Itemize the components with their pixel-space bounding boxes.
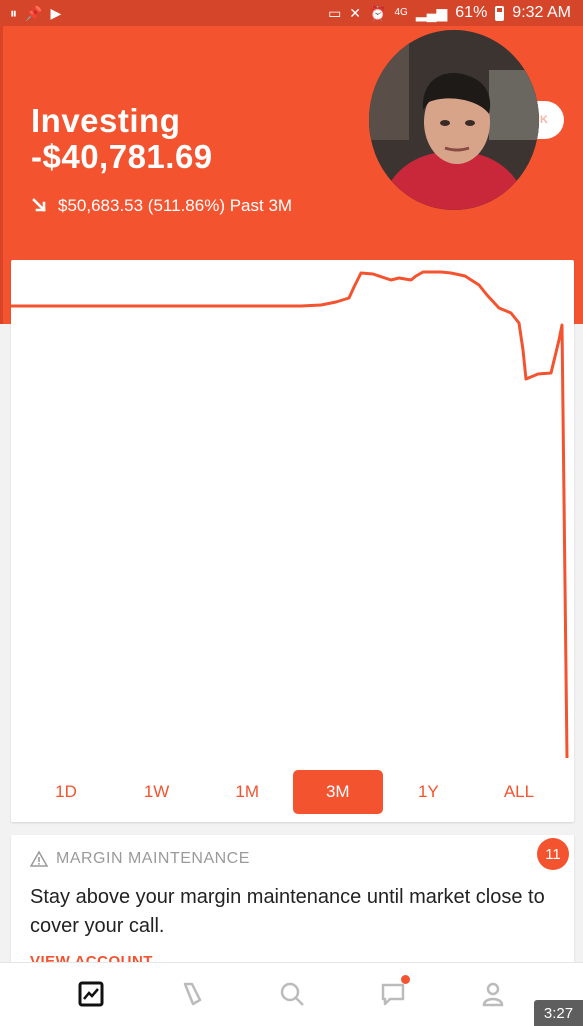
portfolio-chart-card: 1D 1W 1M 3M 1Y ALL [11, 260, 574, 822]
header-edge [0, 26, 3, 324]
tag-icon [183, 982, 202, 1006]
alert-header: MARGIN MAINTENANCE [30, 850, 250, 868]
webcam-overlay [369, 30, 539, 210]
range-all-label: ALL [503, 782, 535, 801]
clock: 9:32 AM [512, 4, 571, 21]
pin-icon: 📌 [25, 5, 43, 21]
range-3m-label: 3M [325, 782, 350, 801]
margin-alert-card[interactable]: MARGIN MAINTENANCE 11 Stay above your ma… [11, 835, 574, 975]
alarm-icon: ⏰ [369, 5, 387, 21]
portfolio-line-chart[interactable] [11, 260, 574, 760]
status-bar-left: ⏸ 📌 ▶ [10, 6, 61, 20]
video-timestamp: 3:27 [534, 1000, 583, 1026]
range-1m-button[interactable]: 1M [202, 770, 292, 814]
pause-icon: ⏸ [10, 5, 17, 21]
network-label: 4G [394, 7, 408, 18]
range-1y-button[interactable]: 1Y [383, 770, 473, 814]
nav-account-button[interactable] [478, 979, 508, 1009]
alert-title: MARGIN MAINTENANCE [56, 850, 250, 867]
home-chart-icon [78, 981, 104, 1007]
video-icon: ▶ [50, 5, 62, 21]
range-3m-button[interactable]: 3M [292, 770, 383, 814]
nav-tag-button[interactable] [176, 979, 206, 1009]
messages-badge-dot [401, 975, 410, 984]
search-icon [280, 982, 304, 1006]
range-1d-label: 1D [55, 782, 77, 801]
person-illustration [369, 30, 539, 210]
range-1d-button[interactable]: 1D [21, 770, 111, 814]
cast-icon: ▭ [328, 5, 342, 21]
signal-icon: ▂▄▆ [415, 5, 448, 21]
nav-messages-button[interactable] [378, 975, 410, 1009]
portfolio-line [11, 270, 569, 759]
page-title: Investing [31, 102, 181, 139]
mute-icon: ✕ [349, 5, 362, 21]
range-all-button[interactable]: ALL [474, 770, 564, 814]
status-bar-right: ▭ ✕ ⏰ 4G ▂▄▆ 61% 9:32 AM [328, 4, 571, 22]
range-1y-label: 1Y [417, 782, 439, 801]
change-text: $50,683.53 (511.86%) Past 3M [58, 196, 293, 215]
range-1w-button[interactable]: 1W [112, 770, 202, 814]
messages-icon [381, 983, 405, 1006]
alert-message: Stay above your margin maintenance until… [30, 886, 545, 937]
battery-percent: 61% [455, 4, 488, 21]
bottom-nav [0, 962, 583, 1026]
range-1m-label: 1M [235, 782, 259, 801]
range-1w-label: 1W [143, 782, 170, 801]
portfolio-value: -$40,781.69 [31, 138, 213, 175]
range-selector: 1D 1W 1M 3M 1Y ALL [21, 770, 564, 814]
account-icon [482, 982, 504, 1007]
change-row: $50,683.53 (511.86%) Past 3M [32, 196, 292, 216]
nav-home-button[interactable] [76, 979, 106, 1009]
warning-icon [30, 851, 48, 867]
status-bar: ⏸ 📌 ▶ ▭ ✕ ⏰ 4G ▂▄▆ 61% 9:32 AM [0, 0, 583, 26]
nav-search-button[interactable] [277, 979, 307, 1009]
battery-icon [495, 5, 505, 21]
down-right-arrow-icon [32, 198, 46, 212]
notification-count-badge[interactable]: 11 [537, 838, 569, 870]
